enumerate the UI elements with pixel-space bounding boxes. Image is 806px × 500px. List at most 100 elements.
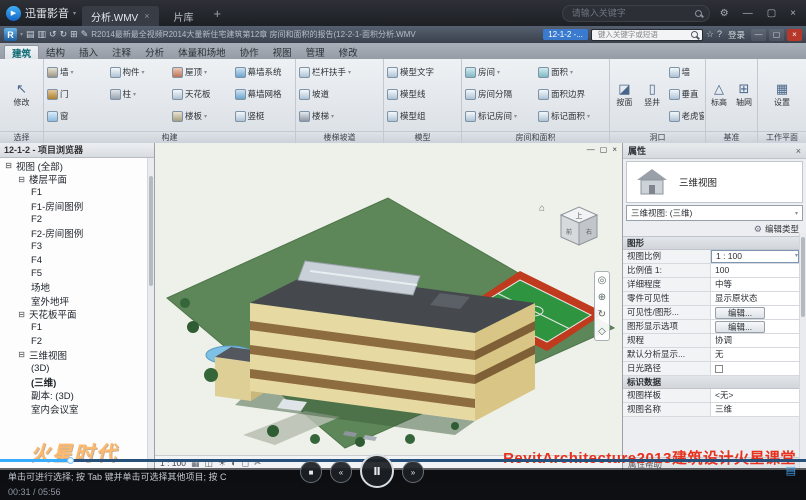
- drawing-area[interactable]: — ▢ ×: [155, 143, 622, 470]
- tree-item[interactable]: 室外地坪: [0, 294, 154, 308]
- room-separator-button[interactable]: 房间分隔: [463, 83, 535, 105]
- property-row[interactable]: 视图名称三维: [623, 403, 799, 417]
- edit-button[interactable]: 编辑...: [715, 321, 765, 333]
- search-icon[interactable]: [691, 31, 698, 38]
- model-text-button[interactable]: 模型文字: [385, 61, 460, 83]
- scrollbar-thumb[interactable]: [149, 176, 153, 286]
- close-icon[interactable]: ×: [612, 145, 617, 154]
- steering-wheel-icon[interactable]: ◎: [598, 275, 607, 286]
- search-icon[interactable]: [695, 10, 702, 17]
- property-row[interactable]: 日光路径: [623, 362, 799, 376]
- property-row[interactable]: 零件可见性显示原状态: [623, 292, 799, 306]
- tree-item[interactable]: F1: [0, 186, 154, 200]
- scrollbar[interactable]: [147, 158, 154, 470]
- close-icon[interactable]: ×: [796, 146, 801, 156]
- chevron-down-icon[interactable]: ▾: [73, 10, 76, 17]
- help-icon[interactable]: ?: [717, 30, 722, 39]
- tree-item[interactable]: F2-房间图例: [0, 227, 154, 241]
- tree-item[interactable]: 室内会议室: [0, 402, 154, 416]
- minimize-icon[interactable]: —: [751, 29, 766, 41]
- play-pause-button[interactable]: Ⅱ: [360, 454, 394, 488]
- shaft-button[interactable]: ▯ 竖井: [639, 61, 666, 129]
- tab-manage[interactable]: 管理: [299, 45, 332, 59]
- column-button[interactable]: 柱▾: [108, 83, 170, 105]
- stair-button[interactable]: 楼梯▾: [297, 105, 382, 127]
- print-icon[interactable]: ⊞: [70, 30, 78, 39]
- settings-icon[interactable]: ⚙: [716, 8, 733, 19]
- tab-annotate[interactable]: 注释: [105, 45, 138, 59]
- maximize-icon[interactable]: ▢: [769, 29, 784, 41]
- property-row[interactable]: 规程协调: [623, 334, 799, 348]
- tree-item[interactable]: F2: [0, 335, 154, 349]
- property-value[interactable]: 100: [711, 264, 799, 277]
- dormer-button[interactable]: 老虎窗: [667, 105, 704, 127]
- infocenter-search[interactable]: [591, 29, 703, 41]
- showmotion-icon[interactable]: ◇: [598, 326, 606, 337]
- set-work-plane-button[interactable]: ▦ 设置: [759, 61, 805, 129]
- property-row[interactable]: 详细程度中等: [623, 278, 799, 292]
- player-search-input[interactable]: [570, 7, 690, 19]
- scrollbar-thumb[interactable]: [801, 237, 805, 317]
- model-3d-view[interactable]: [155, 143, 622, 455]
- property-value[interactable]: 中等: [711, 278, 799, 291]
- railing-button[interactable]: 栏杆扶手▾: [297, 61, 382, 83]
- undo-icon[interactable]: ↺: [49, 30, 57, 39]
- new-tab-button[interactable]: +: [209, 6, 227, 21]
- stop-button[interactable]: ■: [300, 461, 322, 483]
- ramp-button[interactable]: 坡道: [297, 83, 382, 105]
- tree-item[interactable]: ⊟天花板平面: [0, 308, 154, 322]
- model-group-button[interactable]: 模型组: [385, 105, 460, 127]
- mullion-button[interactable]: 竖梃: [233, 105, 295, 127]
- close-icon[interactable]: ×: [787, 29, 802, 41]
- viewcube[interactable]: ⌂ 上 前 右: [553, 201, 605, 254]
- property-value[interactable]: 1 : 100▾: [711, 250, 799, 263]
- property-row[interactable]: 视图比例1 : 100▾: [623, 250, 799, 264]
- window-button[interactable]: 窗: [45, 105, 107, 127]
- edit-icon[interactable]: ✎: [81, 30, 89, 39]
- close-tab-icon[interactable]: ×: [144, 11, 149, 21]
- playlist-button[interactable]: ▤: [786, 464, 796, 477]
- property-value[interactable]: 显示原状态: [711, 292, 799, 305]
- modify-button[interactable]: ↖ 修改: [1, 61, 42, 129]
- tree-item[interactable]: 副本: (3D): [0, 389, 154, 403]
- property-value[interactable]: <无>: [711, 389, 799, 402]
- collapse-icon[interactable]: ⊟: [17, 175, 26, 184]
- sun-path-checkbox[interactable]: [715, 365, 723, 373]
- tree-item[interactable]: ⊟三维视图: [0, 348, 154, 362]
- property-row[interactable]: 比例值 1:100: [623, 264, 799, 278]
- tree-item[interactable]: (3D): [0, 362, 154, 376]
- vertical-opening-button[interactable]: 垂直: [667, 83, 704, 105]
- room-button[interactable]: 房间▾: [463, 61, 535, 83]
- level-button[interactable]: △ 标高: [707, 61, 731, 129]
- redo-icon[interactable]: ↻: [60, 30, 68, 39]
- open-icon[interactable]: ▤: [26, 30, 35, 39]
- property-row[interactable]: 图形显示选项编辑...: [623, 320, 799, 334]
- scrollbar[interactable]: [799, 233, 806, 470]
- property-row[interactable]: 可见性/图形...编辑...: [623, 306, 799, 320]
- tag-room-button[interactable]: 标记房间▾: [463, 105, 535, 127]
- tree-item[interactable]: F1: [0, 321, 154, 335]
- edit-type-button[interactable]: ⚙ 编辑类型: [623, 222, 806, 236]
- tab-insert[interactable]: 插入: [72, 45, 105, 59]
- tab-view[interactable]: 视图: [266, 45, 299, 59]
- tab-massing-site[interactable]: 体量和场地: [171, 45, 233, 59]
- grid-button[interactable]: ⊞ 轴网: [732, 61, 756, 129]
- section-header[interactable]: 标识数据: [623, 376, 799, 389]
- property-value[interactable]: 无: [711, 348, 799, 361]
- video-frame[interactable]: R ▾ ▤ ▥ ↺ ↻ ⊞ ✎ R2014最新最全视频R2014大量新住宅建筑第…: [0, 26, 806, 470]
- tab-modify[interactable]: 修改: [332, 45, 365, 59]
- by-face-button[interactable]: ◪ 按面: [611, 61, 638, 129]
- tree-item[interactable]: F2: [0, 213, 154, 227]
- collapse-icon[interactable]: ⊟: [4, 161, 13, 170]
- wall-opening-button[interactable]: 墙: [667, 61, 704, 83]
- player-logo[interactable]: ▶ 迅雷影音 ▾: [6, 5, 76, 21]
- tree-item[interactable]: F4: [0, 254, 154, 268]
- tab-structure[interactable]: 结构: [39, 45, 72, 59]
- home-icon[interactable]: ⌂: [539, 203, 545, 214]
- maximize-icon[interactable]: ▢: [763, 8, 780, 19]
- minimize-icon[interactable]: —: [739, 8, 757, 19]
- login-button[interactable]: 登录: [725, 29, 748, 41]
- wall-button[interactable]: 墙▾: [45, 61, 107, 83]
- chevron-down-icon[interactable]: ▾: [20, 31, 23, 38]
- component-button[interactable]: 构件▾: [108, 61, 170, 83]
